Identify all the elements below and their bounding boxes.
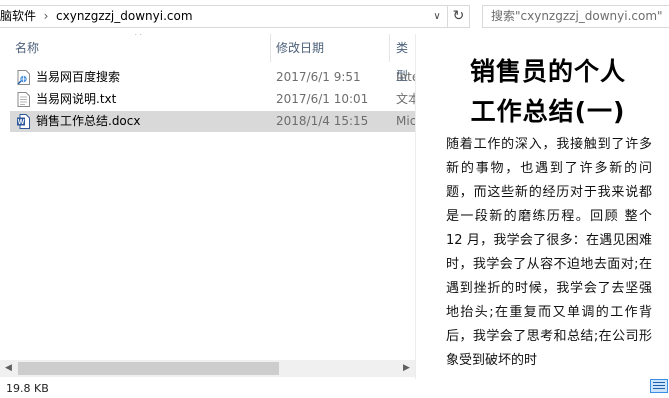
word-document-icon: W [17, 114, 30, 129]
file-date: 2017/6/1 10:01 [276, 92, 369, 106]
address-bar[interactable]: 脑软件 › cxynzgzzj_downyi.com ∨ [0, 5, 448, 28]
search-input[interactable]: 搜索"cxynzgzzj_downyi.com" [482, 5, 669, 28]
internet-shortcut-icon [17, 70, 30, 85]
breadcrumb-parent[interactable]: 脑软件 [0, 6, 36, 27]
file-date: 2017/6/1 9:51 [276, 70, 361, 84]
column-divider[interactable] [389, 34, 390, 62]
column-name[interactable]: 名称 [15, 34, 39, 62]
text-file-icon [17, 92, 30, 107]
refresh-icon: ↻ [452, 8, 465, 24]
column-date-modified[interactable]: 修改日期 [276, 34, 324, 62]
breadcrumb-chevron-icon[interactable]: › [36, 6, 56, 27]
sort-ascending-icon: ^ [134, 34, 143, 42]
file-list: 当易网百度搜索 2017/6/1 9:51 Inte 当易网说明.txt 201… [0, 67, 415, 133]
column-header: ^ 名称 修改日期 类型 [0, 34, 415, 83]
file-name: 当易网说明.txt [36, 92, 117, 106]
refresh-button[interactable]: ↻ [448, 5, 470, 28]
selection-size: 19.8 KB [6, 382, 49, 395]
document-title: 销售员的个人 工作总结(一) [448, 52, 648, 132]
horizontal-scrollbar[interactable]: ◀ ▶ [0, 360, 415, 377]
scrollbar-thumb[interactable] [18, 362, 279, 375]
file-type: 文本 [396, 92, 415, 106]
file-row-selected[interactable]: W 销售工作总结.docx 2018/1/4 15:15 Mic [10, 111, 415, 132]
file-name: 销售工作总结.docx [36, 114, 141, 128]
status-bar: 19.8 KB [0, 379, 669, 395]
document-title-line: 工作总结(一) [470, 97, 626, 126]
document-title-line: 销售员的个人 [469, 57, 626, 86]
file-type: Inte [396, 70, 415, 84]
column-type[interactable]: 类型 [396, 34, 415, 83]
address-row: 脑软件 › cxynzgzzj_downyi.com ∨ ↻ 搜索"cxynzgzz… [0, 0, 669, 34]
file-name: 当易网百度搜索 [36, 70, 121, 84]
file-type: Mic [396, 114, 415, 128]
breadcrumb-current[interactable]: cxynzgzzj_downyi.com [56, 6, 193, 27]
svg-text:W: W [18, 119, 25, 126]
column-divider[interactable] [270, 34, 271, 62]
file-row[interactable]: 当易网说明.txt 2017/6/1 10:01 文本 [0, 89, 415, 110]
scroll-left-icon[interactable]: ◀ [0, 360, 17, 377]
document-body: 随着工作的深入，我接触到了许多新的事物，也遇到了许多新的问题，而这些新的经历对于… [446, 137, 652, 368]
address-dropdown-icon[interactable]: ∨ [427, 6, 447, 27]
preview-pane: 销售员的个人 工作总结(一) 随着工作的深入，我接触到了许多新的事物，也遇到了许… [416, 34, 669, 379]
file-list-pane: ^ 名称 修改日期 类型 当易网百度搜索 2017/6/1 9:51 Inte … [0, 34, 415, 379]
file-date: 2018/1/4 15:15 [276, 114, 369, 128]
file-row[interactable]: 当易网百度搜索 2017/6/1 9:51 Inte [0, 67, 415, 88]
details-view-icon[interactable] [650, 379, 668, 393]
scroll-right-icon[interactable]: ▶ [398, 360, 415, 377]
